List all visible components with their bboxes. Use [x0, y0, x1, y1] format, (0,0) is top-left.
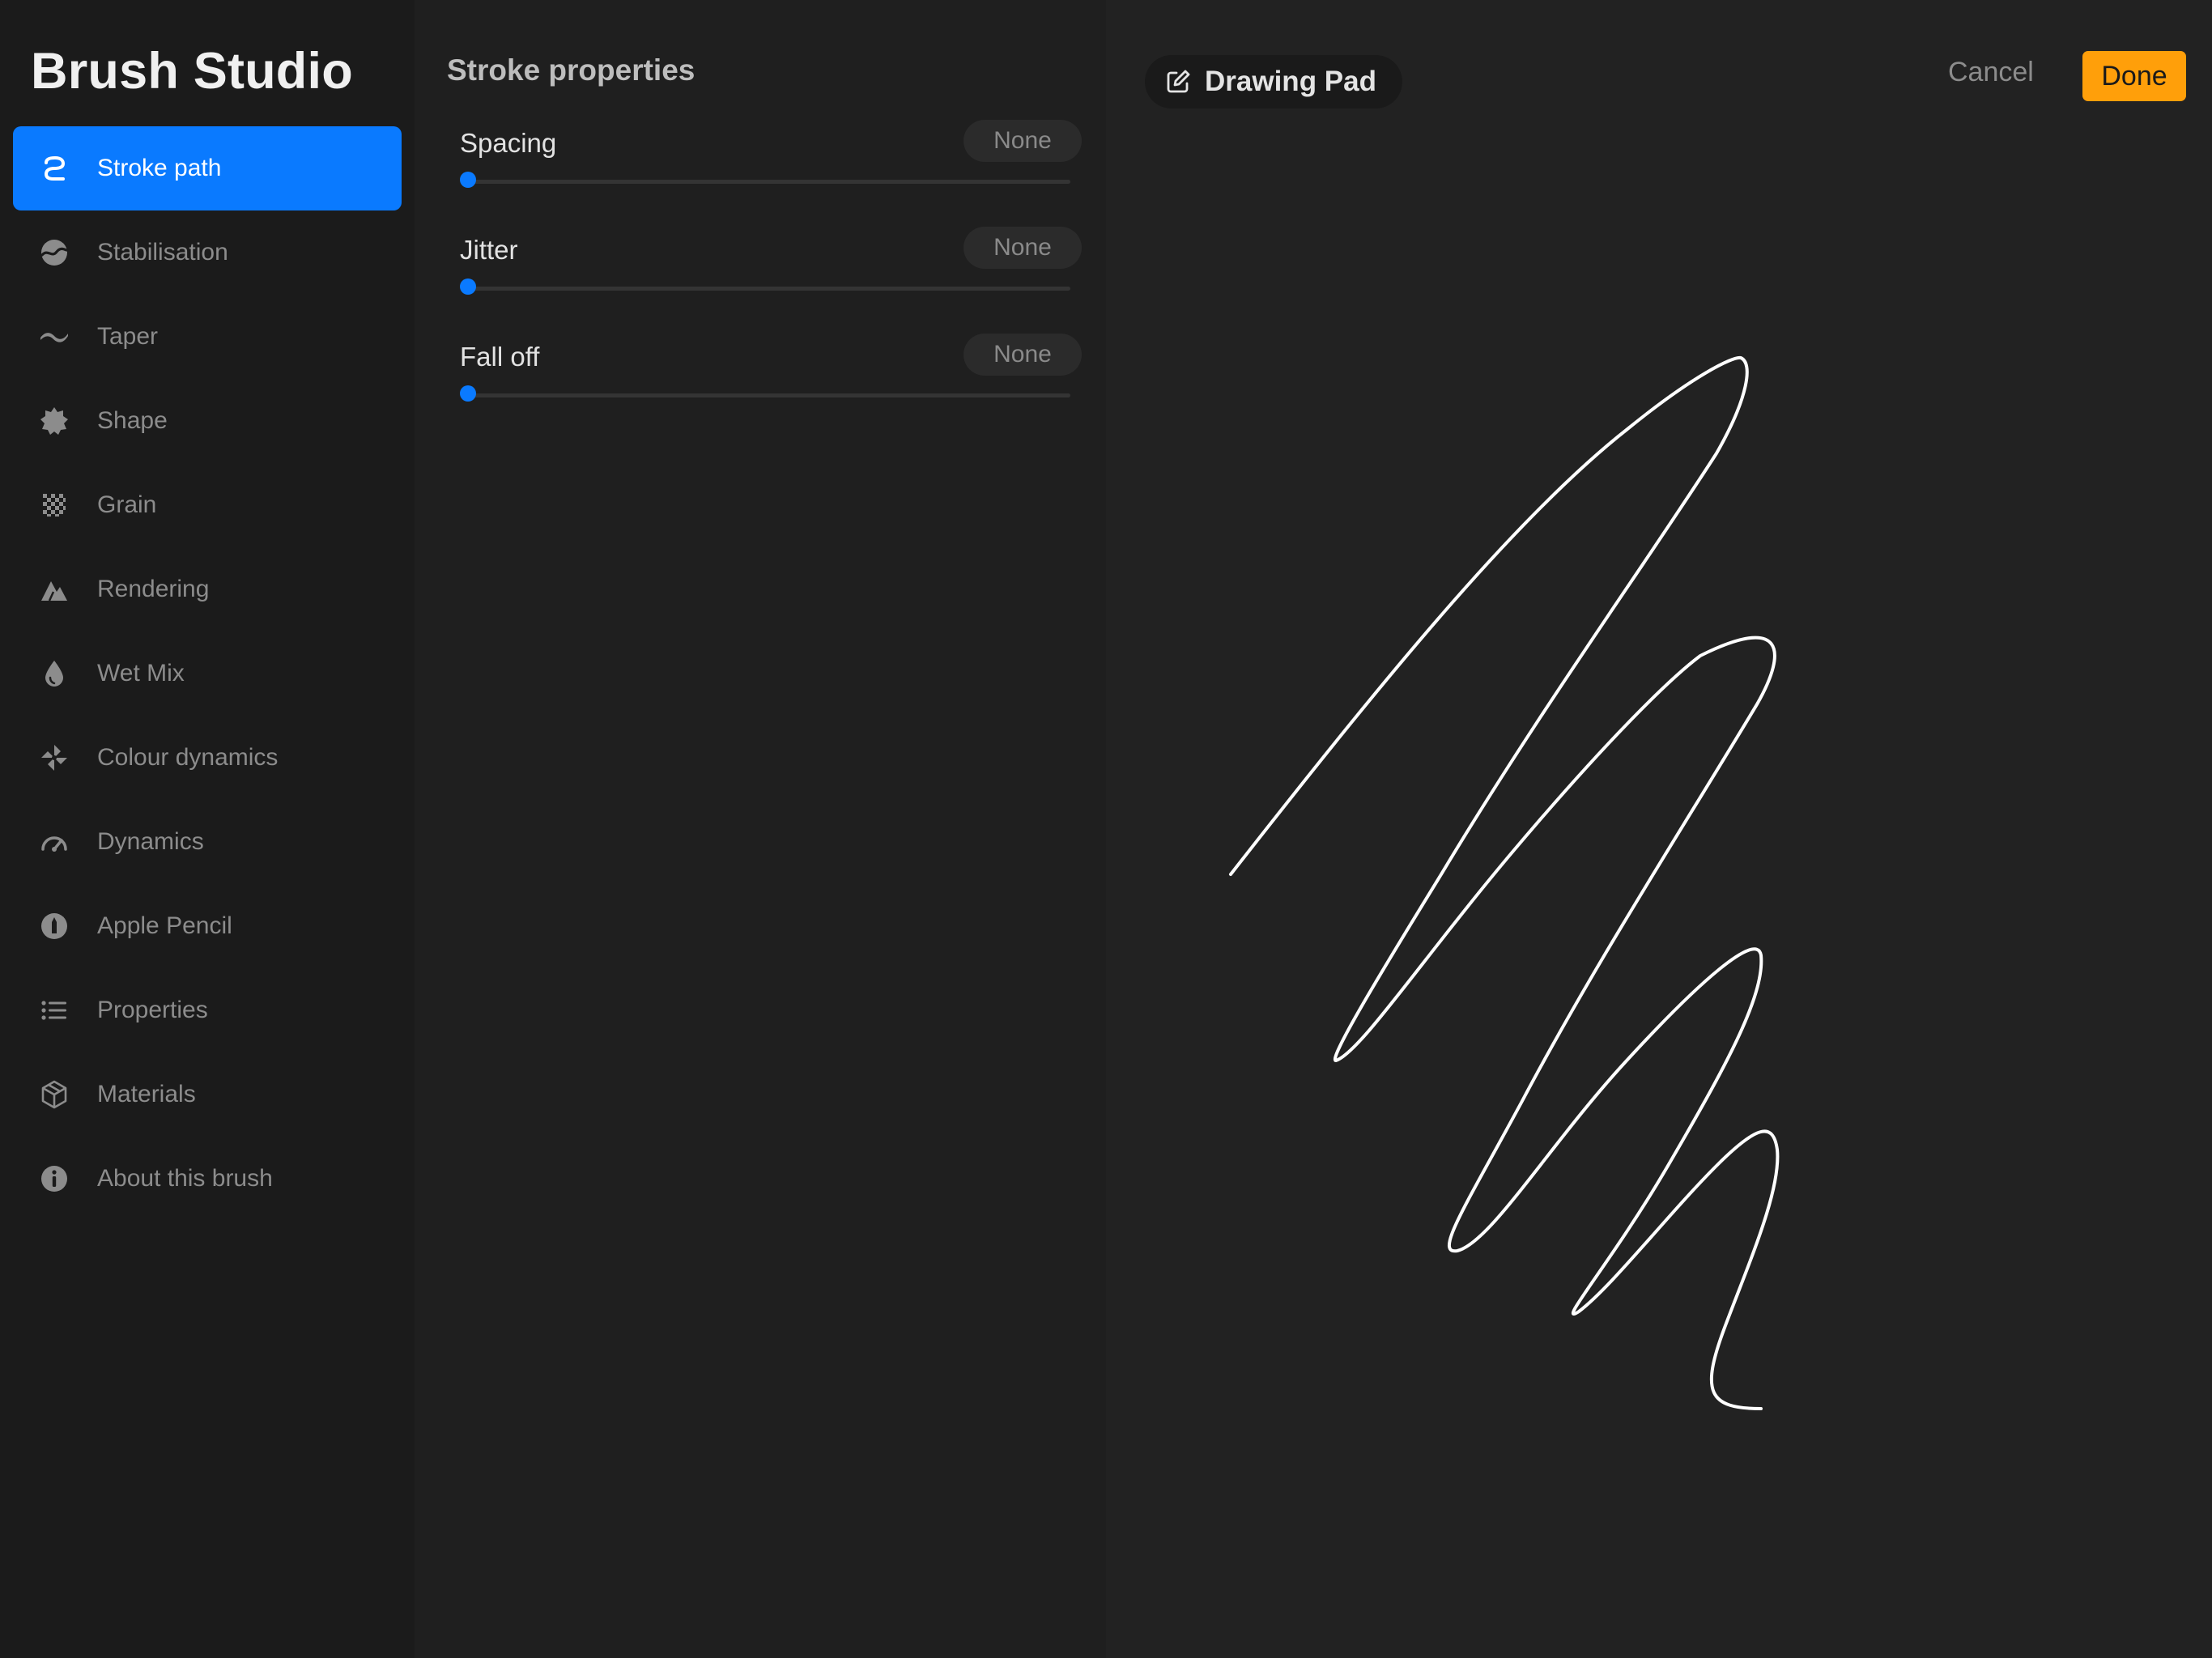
cancel-button[interactable]: Cancel [1948, 57, 2034, 88]
setting-label: Fall off [460, 342, 540, 372]
colour-dynamics-icon [39, 742, 70, 773]
sidebar: Brush Studio Stroke path Stabilisation T… [0, 0, 415, 1658]
materials-icon [39, 1079, 70, 1110]
fall-off-slider-track[interactable] [468, 393, 1070, 397]
sidebar-item-label: Stabilisation [97, 239, 228, 266]
sidebar-item-taper[interactable]: Taper [13, 295, 402, 379]
brush-stroke [1229, 355, 1780, 1410]
dynamics-icon [39, 827, 70, 857]
sidebar-item-properties[interactable]: Properties [13, 968, 402, 1052]
sidebar-item-label: Materials [97, 1081, 196, 1107]
setting-label: Spacing [460, 128, 557, 158]
spacing-slider-track[interactable] [468, 180, 1070, 184]
sidebar-item-label: Rendering [97, 576, 210, 602]
setting-row-fall-off: Fall off None [460, 334, 1082, 423]
shape-icon [39, 406, 70, 436]
fall-off-slider-thumb[interactable] [460, 385, 476, 402]
info-icon [39, 1163, 70, 1194]
sidebar-nav: Stroke path Stabilisation Taper Shape Gr… [13, 126, 402, 1221]
sidebar-item-colour-dynamics[interactable]: Colour dynamics [13, 716, 402, 800]
sidebar-item-label: Apple Pencil [97, 912, 232, 939]
section-title: Stroke properties [447, 53, 696, 87]
sidebar-item-label: Grain [97, 491, 157, 518]
sidebar-item-label: Colour dynamics [97, 744, 279, 771]
taper-icon [39, 321, 70, 352]
sidebar-item-label: Stroke path [97, 155, 222, 181]
page-title: Brush Studio [31, 43, 353, 100]
properties-icon [39, 995, 70, 1026]
sidebar-item-label: About this brush [97, 1165, 273, 1192]
setting-value-pill[interactable]: None [963, 334, 1082, 376]
grain-icon [39, 490, 70, 521]
sidebar-item-stroke-path[interactable]: Stroke path [13, 126, 402, 210]
apple-pencil-icon [39, 911, 70, 942]
stroke-path-icon [39, 153, 70, 184]
sidebar-item-label: Properties [97, 997, 208, 1023]
done-button[interactable]: Done [2082, 51, 2186, 101]
brush-stroke-preview [1229, 355, 1780, 1410]
sidebar-item-rendering[interactable]: Rendering [13, 547, 402, 631]
setting-label: Jitter [460, 235, 518, 265]
stabilisation-icon [39, 237, 70, 268]
sidebar-item-apple-pencil[interactable]: Apple Pencil [13, 884, 402, 968]
sidebar-item-about-this-brush[interactable]: About this brush [13, 1137, 402, 1221]
settings-panel: Stroke properties Spacing None Jitter No… [415, 0, 1106, 1658]
jitter-slider-track[interactable] [468, 287, 1070, 291]
sidebar-item-materials[interactable]: Materials [13, 1052, 402, 1137]
sidebar-item-grain[interactable]: Grain [13, 463, 402, 547]
sidebar-item-shape[interactable]: Shape [13, 379, 402, 463]
setting-value-pill[interactable]: None [963, 120, 1082, 162]
spacing-slider-thumb[interactable] [460, 172, 476, 188]
setting-row-spacing: Spacing None [460, 120, 1082, 209]
sidebar-item-wet-mix[interactable]: Wet Mix [13, 631, 402, 716]
sidebar-item-label: Wet Mix [97, 660, 185, 687]
wet-mix-icon [39, 658, 70, 689]
jitter-slider-thumb[interactable] [460, 278, 476, 295]
sidebar-item-label: Dynamics [97, 828, 204, 855]
sidebar-item-label: Taper [97, 323, 159, 350]
sidebar-item-dynamics[interactable]: Dynamics [13, 800, 402, 884]
rendering-icon [39, 574, 70, 605]
brush-studio-app: Brush Studio Stroke path Stabilisation T… [0, 0, 2212, 1658]
setting-value-pill[interactable]: None [963, 227, 1082, 269]
setting-row-jitter: Jitter None [460, 227, 1082, 316]
sidebar-item-label: Shape [97, 407, 168, 434]
sidebar-item-stabilisation[interactable]: Stabilisation [13, 210, 402, 295]
